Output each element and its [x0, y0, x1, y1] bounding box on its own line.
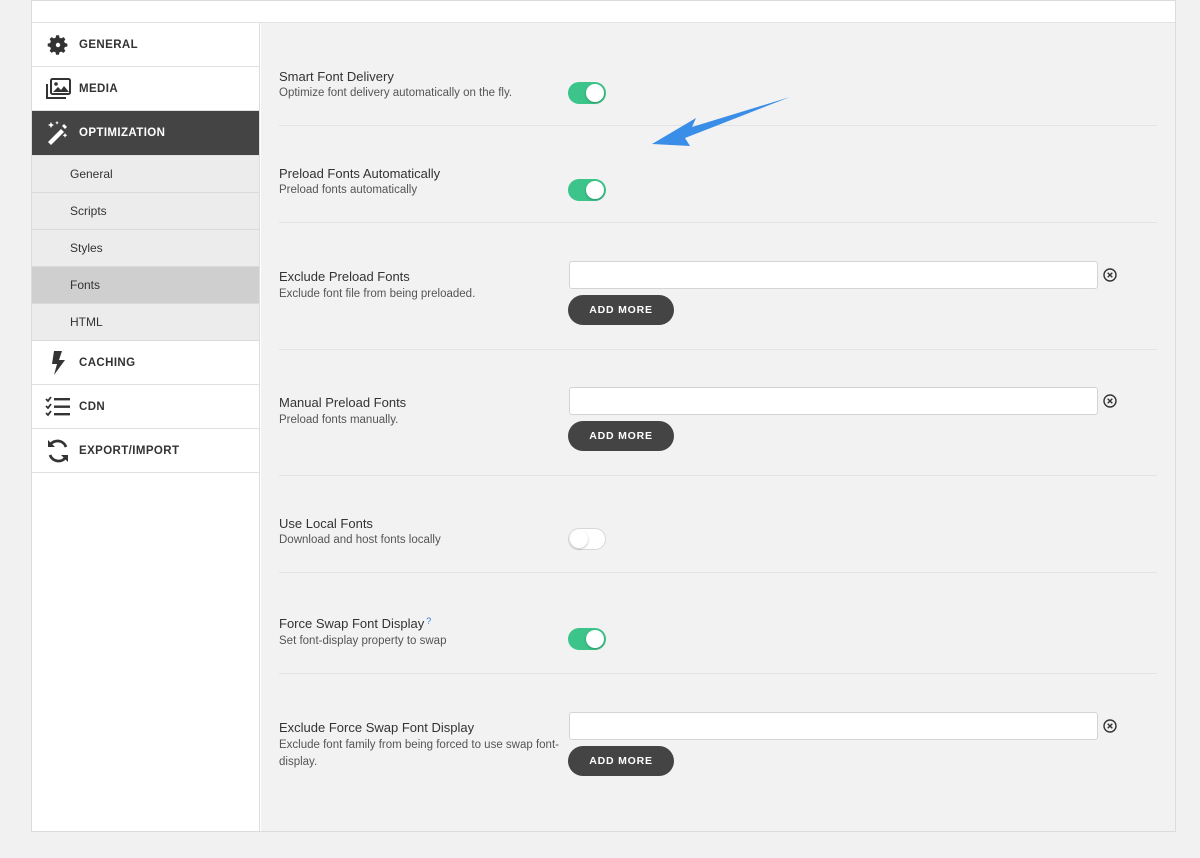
help-icon[interactable]: ? [426, 616, 431, 626]
sidebar-item-label: OPTIMIZATION [79, 127, 166, 139]
setting-title: Force Swap Font Display? [279, 616, 431, 631]
setting-force-swap-font-display: Force Swap Font Display? Set font-displa… [279, 573, 1157, 674]
setting-description: Set font-display property to swap [279, 635, 447, 647]
exclude-preload-fonts-input[interactable] [569, 261, 1098, 289]
force-swap-font-display-toggle[interactable] [568, 628, 606, 650]
setting-description: Preload fonts automatically [279, 184, 418, 196]
checklist-icon [44, 393, 72, 421]
sidebar-item-export-import[interactable]: EXPORT/IMPORT [32, 429, 259, 473]
sidebar-item-media[interactable]: MEDIA [32, 67, 259, 111]
clear-icon[interactable] [1103, 719, 1117, 733]
manual-preload-fonts-input[interactable] [569, 387, 1098, 415]
add-more-button[interactable]: ADD MORE [568, 295, 674, 325]
bolt-icon [44, 349, 72, 377]
sync-icon [44, 437, 72, 465]
sidebar-item-label: GENERAL [79, 38, 139, 51]
setting-use-local-fonts: Use Local Fonts Download and host fonts … [279, 476, 1157, 573]
setting-title: Exclude Preload Fonts [279, 269, 410, 284]
setting-title-text: Force Swap Font Display [279, 616, 425, 631]
setting-description: Exclude font file from being preloaded. [279, 288, 476, 300]
sidebar-item-caching[interactable]: CACHING [32, 341, 259, 385]
sidebar-item-label: CACHING [79, 356, 136, 369]
setting-title: Use Local Fonts [279, 516, 373, 531]
settings-page: GENERAL MEDIA OPTIMIZATION General Scrip… [31, 0, 1176, 832]
preload-fonts-automatically-toggle[interactable] [568, 179, 606, 201]
setting-title: Manual Preload Fonts [279, 395, 407, 410]
use-local-fonts-toggle[interactable] [568, 528, 606, 550]
setting-title: Exclude Force Swap Font Display [279, 720, 475, 735]
setting-description: Download and host fonts locally [279, 534, 441, 546]
setting-description: Optimize font delivery automatically on … [279, 87, 513, 99]
setting-exclude-preload-fonts: Exclude Preload Fonts Exclude font file … [279, 223, 1157, 350]
sidebar-subitem-general[interactable]: General [32, 156, 259, 193]
sidebar: GENERAL MEDIA OPTIMIZATION General Scrip… [32, 23, 260, 831]
sidebar-item-cdn[interactable]: CDN [32, 385, 259, 429]
smart-font-delivery-toggle[interactable] [568, 82, 606, 104]
sidebar-item-label: MEDIA [79, 82, 119, 95]
add-more-button[interactable]: ADD MORE [568, 746, 674, 776]
sidebar-item-label: EXPORT/IMPORT [79, 444, 180, 457]
setting-title: Smart Font Delivery [279, 69, 394, 84]
setting-title: Preload Fonts Automatically [279, 166, 441, 181]
sidebar-subitem-fonts[interactable]: Fonts [32, 267, 259, 304]
add-more-button[interactable]: ADD MORE [568, 421, 674, 451]
sidebar-subitem-scripts[interactable]: Scripts [32, 193, 259, 230]
clear-icon[interactable] [1103, 268, 1117, 282]
magic-wand-icon [44, 119, 72, 147]
setting-manual-preload-fonts: Manual Preload Fonts Preload fonts manua… [279, 350, 1157, 476]
sidebar-item-general[interactable]: GENERAL [32, 23, 259, 67]
setting-description: Preload fonts manually. [279, 414, 399, 426]
top-bar [32, 1, 1175, 23]
sidebar-subitem-html[interactable]: HTML [32, 304, 259, 341]
exclude-force-swap-input[interactable] [569, 712, 1098, 740]
setting-description: Exclude font family from being forced to… [279, 739, 559, 768]
sidebar-item-label: CDN [79, 400, 106, 413]
annotation-arrow-icon [652, 97, 790, 146]
footer-strip [0, 833, 1200, 858]
sidebar-item-optimization[interactable]: OPTIMIZATION [32, 111, 259, 156]
sidebar-subitem-styles[interactable]: Styles [32, 230, 259, 267]
setting-exclude-force-swap-font-display: Exclude Force Swap Font Display Exclude … [279, 674, 1157, 831]
gear-icon [44, 31, 72, 59]
image-icon [44, 75, 72, 103]
clear-icon[interactable] [1103, 394, 1117, 408]
